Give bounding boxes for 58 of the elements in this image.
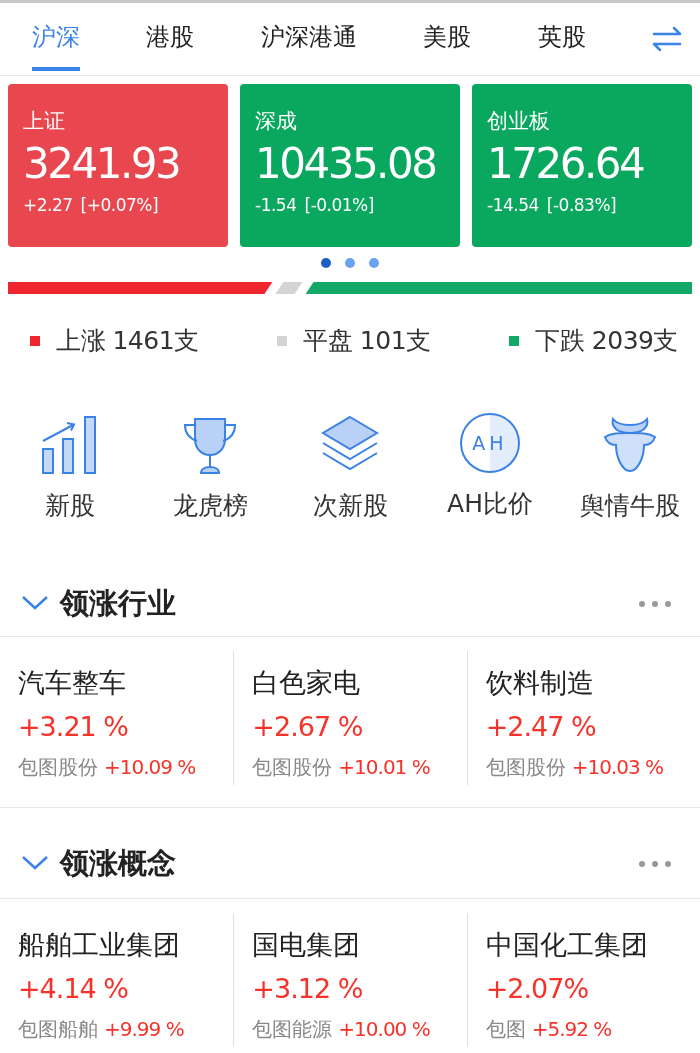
sector-name[interactable]: 国电集团 bbox=[252, 923, 361, 967]
leading-stock-change: +10.03 % bbox=[571, 754, 664, 781]
market-tab[interactable]: 沪深 bbox=[32, 7, 80, 71]
section-title: 领涨行业 bbox=[60, 585, 177, 622]
leading-stock: 包图股份 bbox=[252, 754, 333, 781]
leading-stock: 包图船舶 bbox=[18, 1016, 98, 1043]
market-tab[interactable]: 沪深港通 bbox=[260, 7, 357, 71]
market-tab[interactable]: 港股 bbox=[146, 7, 195, 71]
index-card[interactable]: 上证 3241.93 +2.27 [+0.07%] bbox=[8, 84, 228, 247]
leading-stock-change: +10.09 % bbox=[104, 754, 196, 781]
leading-stock: 包图 bbox=[485, 1016, 526, 1043]
swap-icon[interactable] bbox=[651, 25, 682, 53]
market-tab[interactable]: 美股 bbox=[423, 7, 472, 71]
sector-change: +2.67 % bbox=[252, 710, 363, 744]
breadth-count: 下跌 2039支 bbox=[535, 325, 678, 357]
sector-change: +3.21 % bbox=[18, 710, 128, 744]
index-percent: [-0.01%] bbox=[304, 194, 374, 217]
shortcut-label[interactable]: 龙虎榜 bbox=[172, 489, 248, 522]
leading-stock-change: +10.00 % bbox=[338, 1016, 430, 1043]
index-percent: [+0.07%] bbox=[80, 194, 159, 217]
sector-change: +2.07% bbox=[485, 972, 589, 1006]
shortcut-label[interactable]: 新股 bbox=[45, 489, 95, 522]
sector-name[interactable]: 汽车整车 bbox=[18, 661, 126, 705]
shortcut-label[interactable]: 舆情牛股 bbox=[580, 489, 680, 522]
carousel-dot[interactable] bbox=[369, 258, 379, 268]
shortcut-label[interactable]: AH比价 bbox=[447, 487, 533, 520]
index-change: +2.27 bbox=[23, 194, 73, 217]
sector-change: +3.12 % bbox=[252, 972, 363, 1006]
index-name: 深成 bbox=[255, 108, 297, 135]
sector-name[interactable]: 白色家电 bbox=[252, 661, 361, 705]
leading-stock-change: +9.99 % bbox=[104, 1016, 184, 1043]
leading-stock-change: +5.92 % bbox=[531, 1016, 612, 1043]
sector-name[interactable]: 中国化工集团 bbox=[485, 923, 648, 967]
market-tab[interactable]: 英股 bbox=[537, 7, 586, 71]
sector-change: +4.14 % bbox=[18, 972, 128, 1006]
leading-stock: 包图股份 bbox=[485, 754, 566, 781]
leading-stock: 包图股份 bbox=[18, 754, 98, 781]
index-value: 1726.64 bbox=[487, 138, 644, 190]
more-icon[interactable] bbox=[638, 600, 672, 608]
sector-name[interactable]: 饮料制造 bbox=[485, 661, 594, 705]
sector-change: +2.47 % bbox=[485, 710, 596, 744]
shortcut-label[interactable]: 次新股 bbox=[312, 489, 388, 522]
leading-stock-change: +10.01 % bbox=[338, 754, 430, 781]
leading-stock: 包图能源 bbox=[252, 1016, 333, 1043]
index-name: 创业板 bbox=[487, 108, 550, 135]
index-value: 10435.08 bbox=[255, 138, 436, 190]
sector-name[interactable]: 船舶工业集团 bbox=[18, 923, 180, 967]
index-change: -1.54 bbox=[255, 194, 297, 217]
index-percent: [-0.83%] bbox=[546, 194, 617, 217]
more-icon[interactable] bbox=[638, 860, 672, 868]
index-name: 上证 bbox=[23, 108, 65, 135]
carousel-dot[interactable] bbox=[321, 258, 331, 268]
index-change: -14.54 bbox=[487, 194, 539, 217]
section-title: 领涨概念 bbox=[60, 845, 177, 882]
breadth-count: 平盘 101支 bbox=[303, 325, 431, 357]
index-value: 3241.93 bbox=[23, 138, 180, 190]
carousel-dot[interactable] bbox=[345, 258, 355, 268]
breadth-count: 上涨 1461支 bbox=[56, 325, 199, 357]
